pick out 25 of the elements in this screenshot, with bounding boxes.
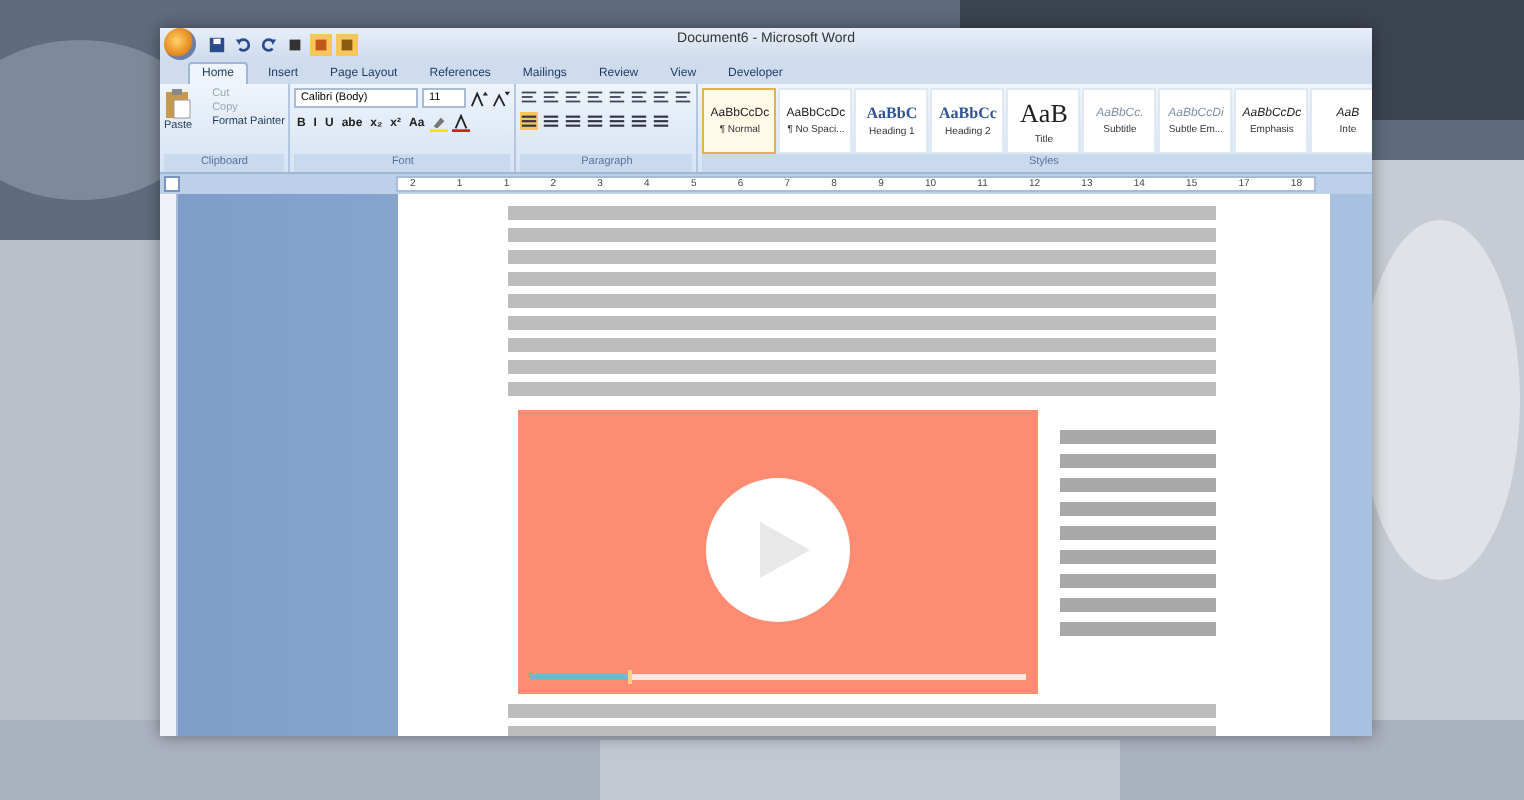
align-icon[interactable] <box>630 112 649 130</box>
align-icon[interactable] <box>586 112 605 130</box>
paragraph-tool-icon[interactable] <box>520 88 539 106</box>
align-icon[interactable] <box>608 112 627 130</box>
toolbar-icon[interactable] <box>336 33 358 55</box>
paragraph-tool-icon[interactable] <box>652 88 671 106</box>
align-icon[interactable] <box>542 112 561 130</box>
paragraph-tool-icon[interactable] <box>542 88 561 106</box>
align-icon[interactable] <box>520 112 539 130</box>
paragraph-tool-icon[interactable] <box>674 88 693 106</box>
grow-font-icon[interactable] <box>470 89 489 107</box>
shrink-font-icon[interactable] <box>492 89 511 107</box>
paragraph-tool-icon[interactable] <box>586 88 605 106</box>
font-color-icon[interactable] <box>452 114 471 132</box>
ruler-toggle[interactable] <box>164 176 180 192</box>
office-button[interactable] <box>164 28 196 60</box>
save-icon[interactable] <box>206 33 228 55</box>
highlighter-icon[interactable] <box>430 114 449 132</box>
redo-icon[interactable] <box>258 33 280 55</box>
paragraph-tool-icon[interactable] <box>608 88 627 106</box>
undo-icon[interactable] <box>232 33 254 55</box>
paragraph-tool-icon[interactable] <box>630 88 649 106</box>
align-icon[interactable] <box>564 112 583 130</box>
align-icon[interactable] <box>652 112 671 130</box>
paragraph-tool-icon[interactable] <box>564 88 583 106</box>
